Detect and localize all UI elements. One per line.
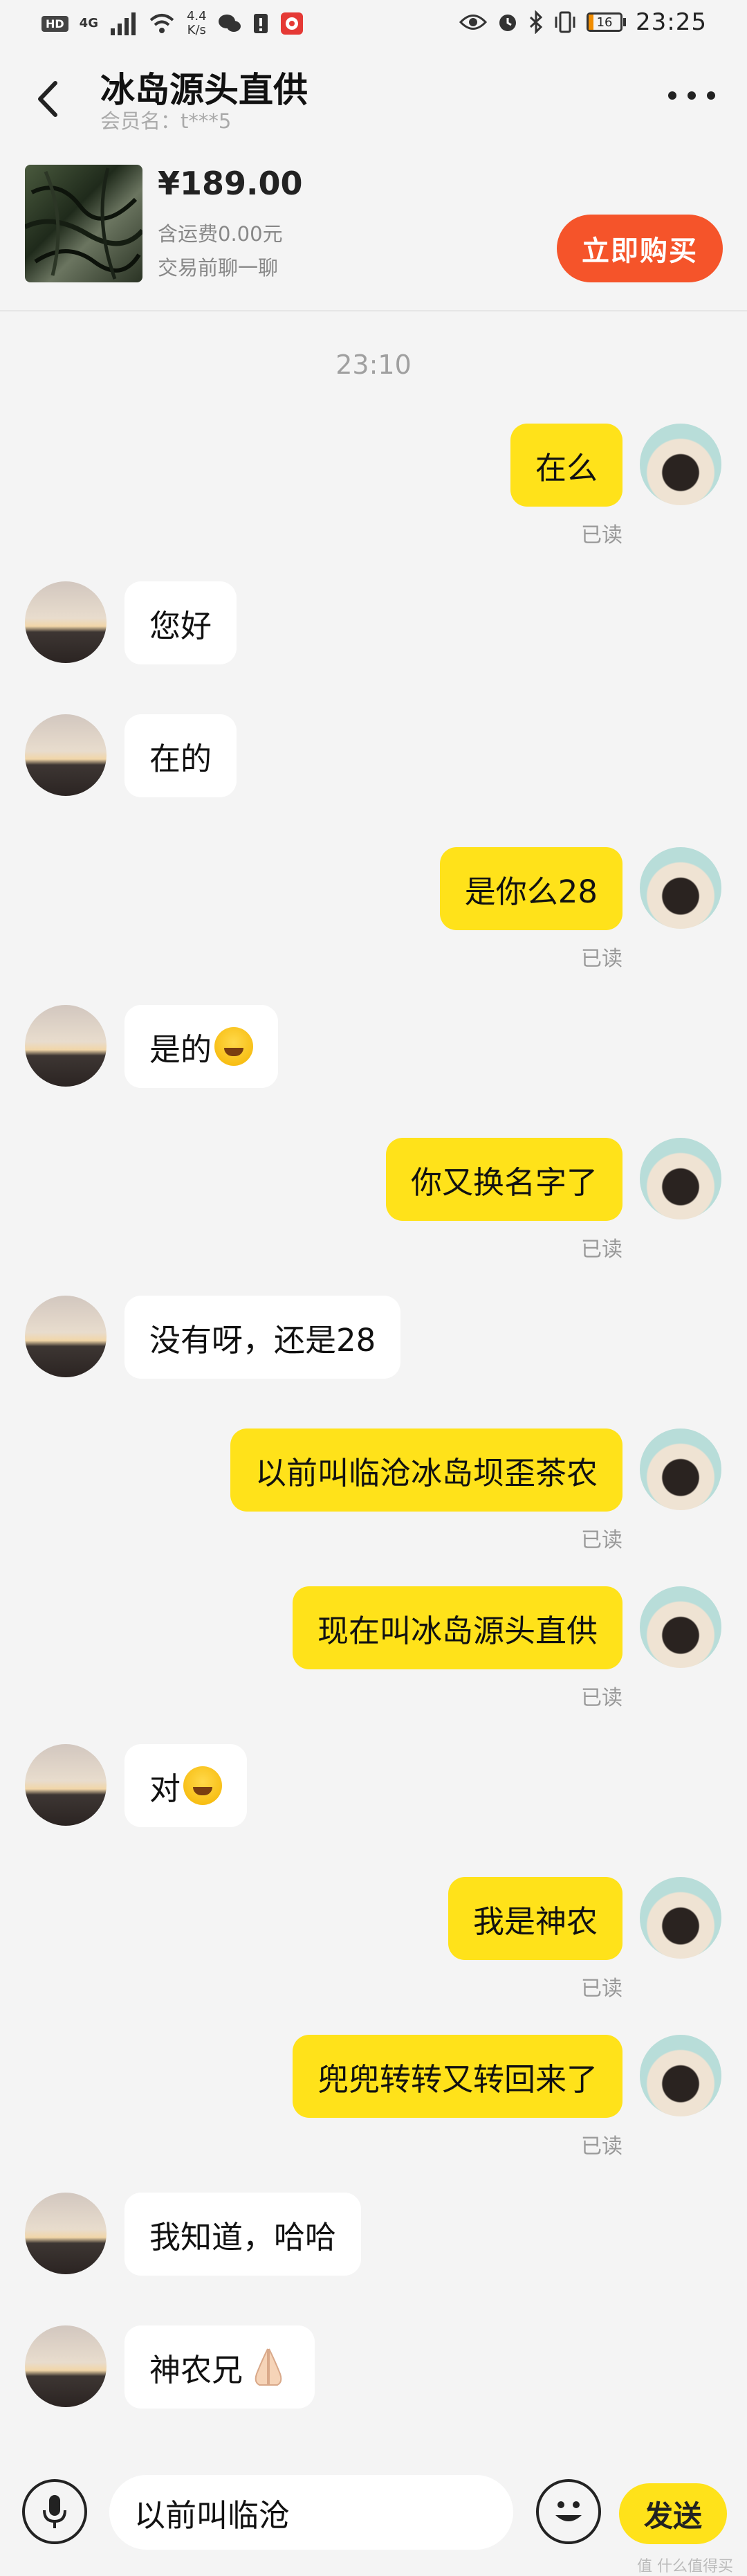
praying-hands-emoji-icon	[255, 2348, 282, 2386]
seller-message-bubble[interactable]: 您好	[124, 581, 237, 664]
my-message-bubble[interactable]: 在么	[510, 424, 622, 507]
my-avatar[interactable]	[640, 847, 721, 929]
wechat-icon	[218, 15, 241, 32]
watermark: 值 什么值得买	[637, 2558, 733, 2575]
net-speed-value: 4.4	[186, 9, 207, 24]
seller-message-bubble[interactable]: 没有呀，还是28	[124, 1296, 401, 1379]
shipping-fee: 含运费0.00元	[158, 222, 283, 246]
my-message-bubble[interactable]: 是你么28	[439, 847, 622, 930]
buy-now-button[interactable]: 立即购买	[557, 215, 723, 282]
chat-header: 冰岛源头直供 会员名：t***5	[0, 54, 747, 151]
message-input[interactable]: 以前叫临沧	[109, 2475, 513, 2550]
seller-avatar[interactable]	[25, 1296, 107, 1377]
network-type: 4G	[79, 16, 98, 30]
alert-icon	[253, 14, 268, 33]
seller-avatar[interactable]	[25, 1744, 107, 1826]
read-receipt: 已读	[581, 1686, 622, 1710]
product-card[interactable]: ¥189.00 含运费0.00元 交易前聊一聊 立即购买	[0, 151, 747, 311]
tea-leaves-image	[25, 167, 142, 280]
my-message-bubble[interactable]: 我是神农	[448, 1877, 622, 1960]
send-button[interactable]: 发送	[619, 2483, 727, 2544]
eye-icon	[459, 15, 488, 30]
battery-level: 16	[596, 15, 613, 30]
back-arrow-icon[interactable]	[28, 75, 69, 123]
chat-hint: 交易前聊一聊	[158, 256, 279, 280]
my-avatar[interactable]	[640, 1877, 721, 1959]
my-avatar[interactable]	[640, 424, 721, 505]
vibrate-icon	[555, 11, 575, 33]
message-text: 神农兄	[149, 2351, 243, 2388]
my-message-bubble[interactable]: 你又换名字了	[385, 1138, 622, 1221]
message-text: 对	[149, 1770, 181, 1807]
smiley-icon	[555, 2501, 582, 2521]
battery-icon: 16	[587, 12, 627, 32]
shy-smile-emoji-icon	[183, 1766, 223, 1805]
signal-icon	[110, 12, 136, 35]
seller-avatar[interactable]	[25, 581, 107, 663]
message-text: 是的	[149, 1031, 212, 1068]
input-bar: 以前叫临沧 发送	[0, 2464, 747, 2575]
net-speed: 4.4 K/s	[187, 10, 207, 37]
my-avatar[interactable]	[640, 1138, 721, 1219]
my-message-bubble[interactable]: 现在叫冰岛源头直供	[292, 1586, 622, 1669]
my-message-bubble[interactable]: 以前叫临沧冰岛坝歪茶农	[230, 1428, 622, 1512]
grin-emoji-icon	[214, 1027, 254, 1066]
read-receipt: 已读	[581, 1977, 622, 2001]
my-avatar[interactable]	[640, 1586, 721, 1668]
product-thumbnail[interactable]	[25, 165, 142, 282]
clock: 23:25	[636, 8, 707, 36]
seller-avatar[interactable]	[25, 2193, 107, 2274]
alarm-icon	[499, 15, 517, 31]
product-price: ¥189.00	[158, 165, 303, 202]
app-notification-icon	[280, 12, 303, 35]
more-options-icon[interactable]	[664, 82, 719, 109]
my-avatar[interactable]	[640, 1428, 721, 1510]
wifi-icon	[149, 14, 174, 33]
seller-message-bubble[interactable]: 在的	[124, 714, 237, 797]
read-receipt: 已读	[581, 2134, 622, 2159]
read-receipt: 已读	[581, 1237, 622, 1262]
seller-message-bubble[interactable]: 神农兄	[124, 2325, 315, 2409]
seller-message-bubble[interactable]: 对	[124, 1744, 248, 1827]
seller-avatar[interactable]	[25, 2325, 107, 2407]
bluetooth-icon	[529, 10, 543, 34]
read-receipt: 已读	[581, 1528, 622, 1552]
my-message-bubble[interactable]: 兜兜转转又转回来了	[292, 2035, 622, 2118]
read-receipt: 已读	[581, 947, 622, 971]
my-avatar[interactable]	[640, 2035, 721, 2116]
seller-message-bubble[interactable]: 我知道，哈哈	[124, 2193, 362, 2276]
voice-input-button[interactable]	[22, 2479, 87, 2544]
read-receipt: 已读	[581, 523, 622, 547]
seller-avatar[interactable]	[25, 1005, 107, 1087]
member-name: 会员名：t***5	[100, 109, 232, 133]
microphone-icon	[43, 2495, 66, 2528]
status-bar: HD 4G 4.4 K/s 16 23:25	[0, 0, 747, 54]
net-speed-unit: K/s	[187, 23, 206, 37]
seller-message-bubble[interactable]: 是的	[124, 1005, 279, 1088]
emoji-picker-button[interactable]	[536, 2479, 601, 2544]
seller-avatar[interactable]	[25, 714, 107, 796]
chat-timestamp: 23:10	[335, 350, 412, 380]
hd-icon: HD	[42, 15, 68, 32]
